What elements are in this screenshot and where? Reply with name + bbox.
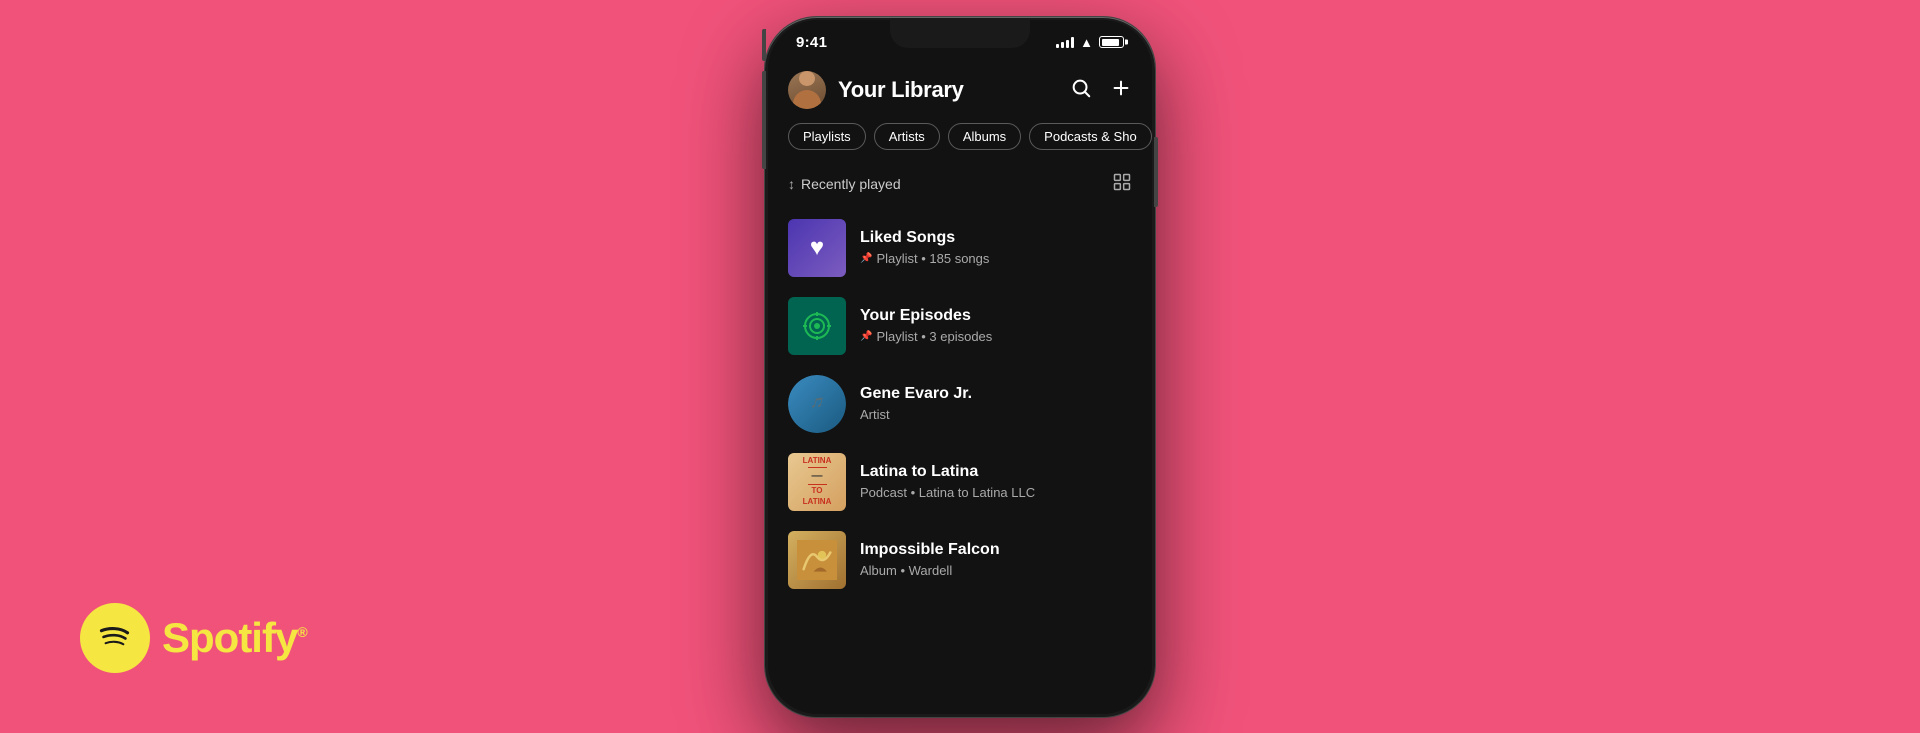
impossible-falcon-subtitle: Album • Wardell xyxy=(860,563,1132,578)
heart-icon: ♥ xyxy=(810,234,824,262)
chip-podcasts[interactable]: Podcasts & Sho xyxy=(1029,123,1152,150)
liked-songs-info: Liked Songs 📌 Playlist • 185 songs xyxy=(860,229,1132,266)
sort-icon: ↕ xyxy=(788,176,795,192)
battery-icon xyxy=(1099,36,1124,48)
spotify-logo: Spotify® xyxy=(80,603,307,673)
impossible-falcon-info: Impossible Falcon Album • Wardell xyxy=(860,541,1132,578)
latina-to-latina-info: Latina to Latina Podcast • Latina to Lat… xyxy=(860,463,1132,500)
impossible-falcon-art xyxy=(788,531,846,589)
phone-device: 9:41 ▲ xyxy=(765,17,1155,717)
impossible-falcon-title: Impossible Falcon xyxy=(860,541,1132,559)
liked-songs-art: ♥ xyxy=(788,219,846,277)
chip-playlists[interactable]: Playlists xyxy=(788,123,866,150)
signal-bar-3 xyxy=(1066,40,1069,48)
status-time: 9:41 xyxy=(796,34,827,51)
library-item-impossible-falcon[interactable]: Impossible Falcon Album • Wardell xyxy=(784,521,1136,599)
your-episodes-info: Your Episodes 📌 Playlist • 3 episodes xyxy=(860,307,1132,344)
liked-songs-title: Liked Songs xyxy=(860,229,1132,247)
library-item-latina-to-latina[interactable]: LATINA — TO LATINA Latina to Latina Podc… xyxy=(784,443,1136,521)
filter-chips: Playlists Artists Albums Podcasts & Sho xyxy=(768,119,1152,164)
library-list: ♥ Liked Songs 📌 Playlist • 185 songs xyxy=(768,209,1152,599)
signal-bar-4 xyxy=(1071,37,1074,48)
signal-bar-1 xyxy=(1056,44,1059,48)
gene-evaro-title: Gene Evaro Jr. xyxy=(860,385,1132,403)
status-icons: ▲ xyxy=(1056,35,1124,50)
pin-icon-2: 📌 xyxy=(860,331,872,342)
search-button[interactable] xyxy=(1070,77,1092,103)
latina-to-latina-subtitle: Podcast • Latina to Latina LLC xyxy=(860,485,1132,500)
library-item-gene-evaro[interactable]: 🎵 Gene Evaro Jr. Artist xyxy=(784,365,1136,443)
latina-to-latina-title: Latina to Latina xyxy=(860,463,1132,481)
phone-notch xyxy=(890,20,1030,48)
wifi-icon: ▲ xyxy=(1080,35,1093,50)
sort-label: Recently played xyxy=(801,176,901,192)
your-episodes-subtitle: 📌 Playlist • 3 episodes xyxy=(860,329,1132,344)
liked-songs-subtitle: 📌 Playlist • 185 songs xyxy=(860,251,1132,266)
latina-to-latina-art: LATINA — TO LATINA xyxy=(788,453,846,511)
gene-evaro-info: Gene Evaro Jr. Artist xyxy=(860,385,1132,422)
library-item-liked-songs[interactable]: ♥ Liked Songs 📌 Playlist • 185 songs xyxy=(784,209,1136,287)
library-title: Your Library xyxy=(838,77,1058,103)
signal-bars xyxy=(1056,36,1074,48)
header-actions xyxy=(1070,77,1132,103)
your-episodes-title: Your Episodes xyxy=(860,307,1132,325)
your-episodes-art xyxy=(788,297,846,355)
chip-albums[interactable]: Albums xyxy=(948,123,1021,150)
screen-content: Your Library xyxy=(768,57,1152,714)
sort-bar: ↕ Recently played xyxy=(768,164,1152,209)
signal-bar-2 xyxy=(1061,42,1064,48)
gene-evaro-art: 🎵 xyxy=(788,375,846,433)
chip-artists[interactable]: Artists xyxy=(874,123,940,150)
spotify-logo-circle xyxy=(80,603,150,673)
library-item-your-episodes[interactable]: Your Episodes 📌 Playlist • 3 episodes xyxy=(784,287,1136,365)
add-button[interactable] xyxy=(1110,77,1132,103)
user-avatar[interactable] xyxy=(788,71,826,109)
gene-evaro-subtitle: Artist xyxy=(860,407,1132,422)
library-header: Your Library xyxy=(768,57,1152,119)
spotify-brand-text: Spotify® xyxy=(162,614,307,662)
sort-left[interactable]: ↕ Recently played xyxy=(788,176,901,192)
battery-fill xyxy=(1102,39,1119,46)
pin-icon: 📌 xyxy=(860,253,872,264)
grid-view-icon[interactable] xyxy=(1112,172,1132,197)
